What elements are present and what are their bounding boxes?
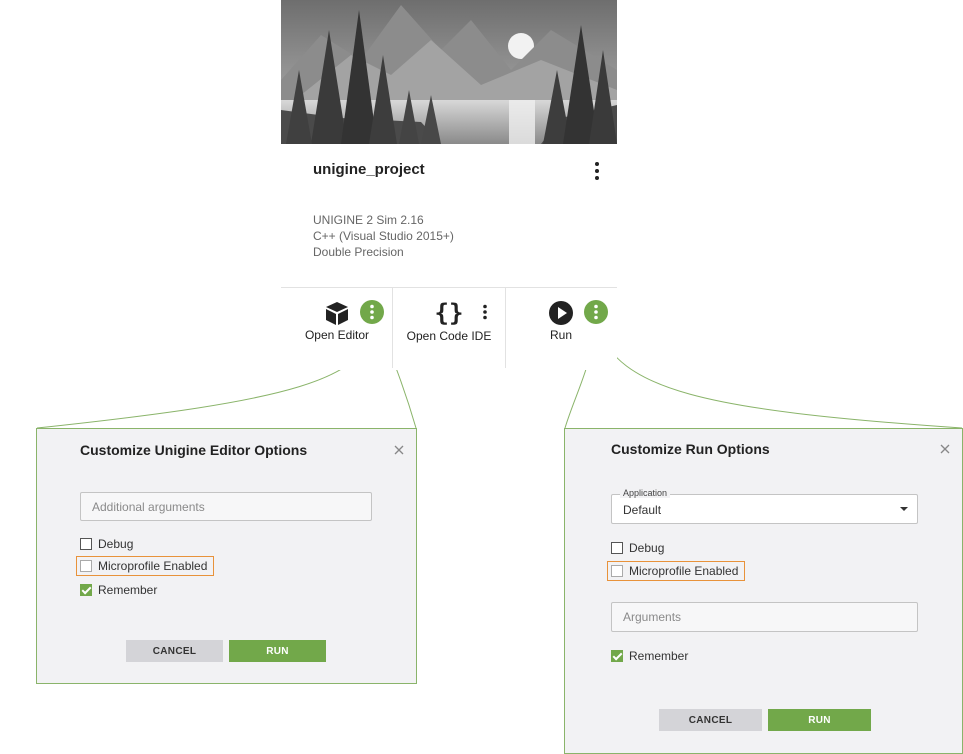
engine-version: UNIGINE 2 Sim 2.16 — [313, 213, 424, 227]
run-label: Run — [549, 328, 572, 342]
arguments-field[interactable] — [611, 602, 918, 632]
debug-label: Debug — [629, 541, 665, 555]
project-card: unigine_project UNIGINE 2 Sim 2.16 C++ (… — [281, 0, 617, 370]
application-legend: Application — [620, 488, 671, 498]
run-dialog-title: Customize Run Options — [611, 441, 770, 457]
svg-text:{}: {} — [435, 299, 463, 326]
editor-options-icon[interactable] — [360, 300, 384, 324]
close-icon[interactable] — [393, 443, 405, 455]
checkbox-box[interactable] — [611, 650, 623, 662]
additional-arguments-field[interactable] — [80, 492, 372, 521]
microprofile-label: Microprofile Enabled — [98, 559, 208, 573]
close-icon[interactable] — [939, 442, 951, 454]
cancel-button[interactable]: CANCEL — [126, 640, 223, 662]
play-icon — [549, 301, 573, 325]
debug-checkbox[interactable]: Debug — [80, 537, 133, 551]
checkbox-box[interactable] — [80, 560, 92, 572]
braces-icon: {} — [435, 299, 463, 326]
editor-options-dialog: Customize Unigine Editor Options Debug M… — [36, 428, 417, 684]
checkbox-box[interactable] — [80, 584, 92, 596]
application-select[interactable]: Application Default — [611, 488, 918, 524]
remember-checkbox[interactable]: Remember — [80, 583, 157, 597]
remember-checkbox[interactable]: Remember — [611, 649, 688, 663]
action-divider — [392, 288, 393, 368]
project-info: UNIGINE 2 Sim 2.16 C++ (Visual Studio 20… — [313, 212, 454, 260]
card-divider — [281, 287, 617, 288]
application-value: Default — [623, 503, 662, 517]
run-options-dialog: Customize Run Options Application Defaul… — [564, 428, 963, 754]
action-divider — [505, 288, 506, 368]
additional-arguments-input[interactable] — [92, 499, 371, 514]
debug-label: Debug — [98, 537, 134, 551]
run-app-button[interactable]: RUN — [768, 709, 871, 731]
precision-info: Double Precision — [313, 245, 404, 259]
project-title: unigine_project — [313, 161, 425, 178]
project-thumbnail — [281, 0, 617, 144]
run-options-icon[interactable] — [584, 300, 608, 324]
remember-label: Remember — [629, 649, 689, 663]
caret-down-icon — [900, 507, 908, 511]
cancel-button[interactable]: CANCEL — [659, 709, 762, 731]
checkbox-box[interactable] — [611, 565, 623, 577]
open-code-ide-label: Open Code IDE — [406, 329, 492, 343]
editor-dialog-title: Customize Unigine Editor Options — [80, 442, 308, 458]
microprofile-checkbox[interactable]: Microprofile Enabled — [606, 561, 746, 581]
code-ide-options-icon[interactable] — [479, 300, 491, 324]
microprofile-checkbox[interactable]: Microprofile Enabled — [75, 556, 215, 576]
open-editor-label: Open Editor — [304, 328, 370, 342]
project-menu-icon[interactable] — [589, 160, 605, 182]
run-editor-button[interactable]: RUN — [229, 640, 326, 662]
debug-checkbox[interactable]: Debug — [611, 541, 664, 555]
cube-icon — [326, 302, 348, 325]
run-button[interactable]: Run — [543, 298, 579, 342]
checkbox-box[interactable] — [80, 538, 92, 550]
remember-label: Remember — [98, 583, 158, 597]
arguments-input[interactable] — [623, 610, 917, 624]
language-info: C++ (Visual Studio 2015+) — [313, 229, 454, 243]
checkbox-box[interactable] — [611, 542, 623, 554]
microprofile-label: Microprofile Enabled — [629, 564, 739, 578]
